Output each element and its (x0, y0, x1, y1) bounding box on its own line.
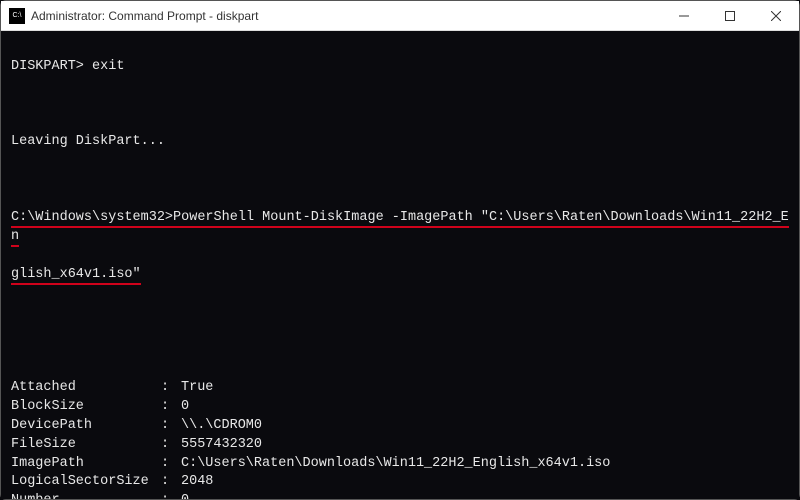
property-row: Attached: True (11, 379, 789, 398)
property-row: FileSize: 5557432320 (11, 436, 789, 455)
output-properties: Attached: TrueBlockSize: 0DevicePath: \\… (11, 379, 789, 499)
leaving-message: Leaving DiskPart... (11, 133, 789, 152)
diskpart-prompt: DISKPART> (11, 59, 92, 74)
window-title: Administrator: Command Prompt - diskpart (31, 9, 661, 23)
property-row: DevicePath: \\.\CDROM0 (11, 417, 789, 436)
property-separator: : (161, 473, 181, 492)
property-key: BlockSize (11, 398, 161, 417)
terminal-output[interactable]: DISKPART> exit Leaving DiskPart... C:\Wi… (1, 31, 799, 499)
property-key: Attached (11, 379, 161, 398)
property-value: \\.\CDROM0 (181, 417, 789, 436)
window-titlebar: Administrator: Command Prompt - diskpart (1, 1, 799, 31)
property-key: LogicalSectorSize (11, 473, 161, 492)
property-key: ImagePath (11, 455, 161, 474)
property-value: 0 (181, 492, 789, 499)
property-key: FileSize (11, 436, 161, 455)
property-separator: : (161, 398, 181, 417)
property-row: LogicalSectorSize: 2048 (11, 473, 789, 492)
property-row: Number: 0 (11, 492, 789, 499)
property-separator: : (161, 492, 181, 499)
exit-command: exit (92, 59, 124, 74)
cmd-icon (9, 8, 25, 24)
maximize-button[interactable] (707, 1, 753, 31)
property-row: BlockSize: 0 (11, 398, 789, 417)
property-value: 5557432320 (181, 436, 789, 455)
property-separator: : (161, 379, 181, 398)
property-separator: : (161, 455, 181, 474)
property-value: 2048 (181, 473, 789, 492)
property-key: Number (11, 492, 161, 499)
property-separator: : (161, 417, 181, 436)
minimize-button[interactable] (661, 1, 707, 31)
close-button[interactable] (753, 1, 799, 31)
window-controls (661, 1, 799, 31)
system-prompt: C:\Windows\system32> (11, 210, 173, 228)
property-value: 0 (181, 398, 789, 417)
property-key: DevicePath (11, 417, 161, 436)
property-row: ImagePath: C:\Users\Raten\Downloads\Win1… (11, 455, 789, 474)
property-value: C:\Users\Raten\Downloads\Win11_22H2_Engl… (181, 455, 789, 474)
property-value: True (181, 379, 789, 398)
property-separator: : (161, 436, 181, 455)
powershell-command-line2: glish_x64v1.iso" (11, 267, 141, 285)
